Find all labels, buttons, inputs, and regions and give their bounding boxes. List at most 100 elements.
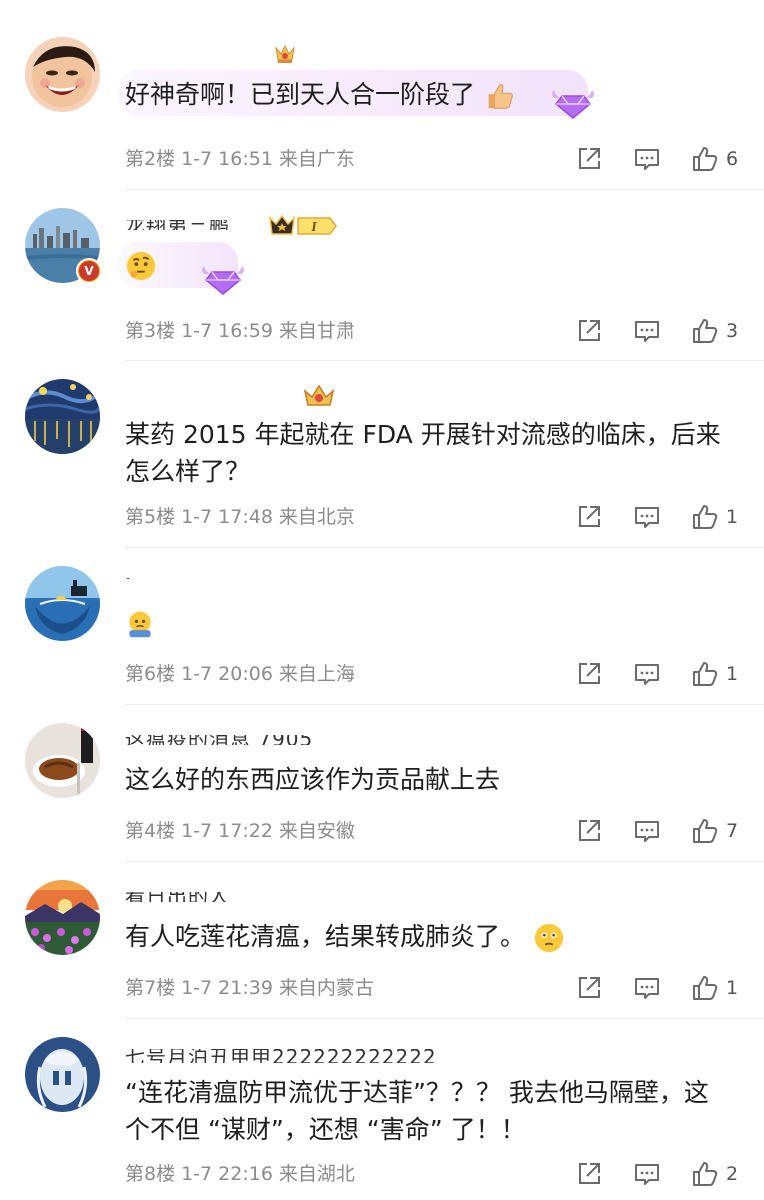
comment-date: 1-7 16:51 (181, 148, 273, 170)
comment-location: 来自广东 (278, 148, 355, 170)
like-count: 2 (726, 1163, 739, 1185)
comment-button[interactable] (634, 661, 660, 687)
comment-icon (635, 1164, 659, 1185)
floor-number: 第6楼 (125, 663, 176, 685)
avatar[interactable] (25, 566, 100, 641)
like-button[interactable]: 3 (692, 318, 740, 344)
comment-actions: 6 (544, 144, 740, 174)
comment-text: 有人吃莲花清瘟，结果转成肺炎了。 (125, 918, 728, 955)
share-icon (579, 1163, 600, 1184)
like-button[interactable]: 1 (692, 504, 740, 530)
comment-meta: 第2楼 1-7 16:51 来自广东 (125, 144, 361, 174)
comment-floor-7: 看日出的人 有人吃莲花清瘟，结果转成肺炎了。 第7楼1-7 21:39来自内蒙古 (0, 862, 764, 1019)
comment-button[interactable] (634, 818, 660, 844)
comment-meta: 第6楼 1-7 20:06 来自上海 (125, 659, 361, 689)
comment-date: 1-7 20:06 (181, 663, 273, 685)
thumbs-up-icon (693, 819, 718, 843)
comment-date: 1-7 17:22 (181, 820, 273, 842)
comment-actions: 3 (544, 316, 740, 346)
comment-button[interactable] (634, 1161, 660, 1187)
comment-location: 来自安徽 (278, 820, 355, 842)
comment-location: 来自上海 (278, 663, 355, 685)
comment-meta: 第5楼 1-7 17:48 来自北京 (125, 502, 361, 532)
comment-button[interactable] (634, 318, 660, 344)
like-count: 1 (726, 506, 739, 528)
comment-floor-2: 好神奇啊！已到天人合一阶段了 第2楼 1-7 16:51 来自广东 6 (0, 0, 764, 190)
comment-button[interactable] (634, 146, 660, 172)
comment-icon (635, 149, 659, 170)
share-icon (579, 977, 600, 998)
comment-meta-row: 第3楼 1-7 16:59 来自甘肃 3 (125, 316, 740, 346)
comment-icon (635, 664, 659, 685)
comment-actions: 1 (544, 973, 740, 1003)
comment-actions: 7 (544, 816, 740, 846)
comment-meta-row: 第4楼 1-7 17:22 来自安徽 7 (125, 816, 740, 846)
like-count: 3 (726, 320, 739, 342)
comment-meta-row: 第8楼 1-7 22:16 来自湖北 2 (125, 1159, 740, 1189)
comment-location: 来自甘肃 (278, 320, 355, 342)
comment-button[interactable] (634, 504, 660, 530)
username-cut[interactable]: 龙翔第三鹏 (125, 220, 230, 230)
comment-meta: 第7楼 1-7 21:39 来自内蒙古 (125, 973, 380, 1003)
comment-meta: 第4楼 1-7 17:22 来自安徽 (125, 816, 361, 846)
crown-icon (272, 40, 298, 66)
comment-date: 1-7 22:16 (181, 1163, 273, 1185)
share-button[interactable] (576, 661, 602, 687)
like-button[interactable]: 7 (692, 818, 740, 844)
comment-location: 来自北京 (278, 506, 355, 528)
username-cut[interactable]: 这瘟疫的消息 7905 (125, 735, 313, 745)
share-button[interactable] (576, 1161, 602, 1187)
username-cut[interactable]: 七号月泊丑甲甲222222222222 (125, 1049, 437, 1063)
comment-meta-row: 第7楼 1-7 21:39 来自内蒙古 1 (125, 973, 740, 1003)
thinking-face-emoji-icon (125, 250, 157, 282)
like-button[interactable]: 1 (692, 661, 740, 687)
like-button[interactable]: 2 (692, 1161, 740, 1187)
comment-meta: 第8楼 1-7 22:16 来自湖北 (125, 1159, 361, 1189)
like-button[interactable]: 1 (692, 975, 740, 1001)
share-button[interactable] (576, 975, 602, 1001)
floor-number: 第5楼 (125, 506, 176, 528)
verified-v-badge: V (76, 258, 102, 284)
share-button[interactable] (576, 504, 602, 530)
like-button[interactable]: 6 (692, 146, 740, 172)
like-count: 6 (726, 148, 739, 170)
floor-number: 第3楼 (125, 320, 176, 342)
avatar[interactable] (25, 723, 100, 798)
comment-actions: 2 (544, 1159, 740, 1189)
comment-button[interactable] (634, 975, 660, 1001)
comment-text: 这么好的东西应该作为贡品献上去 (125, 765, 501, 794)
share-icon (579, 506, 600, 527)
floor-number: 第4楼 (125, 820, 176, 842)
comment-floor-5: 某药 2015 年起就在 FDA 开展针对流感的临床，后来 怎么样了？ 第5楼 1… (0, 361, 764, 548)
gem-decoration-icon (198, 260, 248, 300)
thumbs-up-icon (693, 662, 718, 686)
gem-decoration-icon (548, 84, 598, 124)
avatar[interactable] (25, 1037, 100, 1112)
username-cut[interactable]: 看日出的人 (125, 892, 230, 902)
comment-icon (635, 978, 659, 999)
comment-floor-8: 七号月泊丑甲甲222222222222 “连花清瘟防甲流优于达菲”？？？ 我去他… (0, 1019, 764, 1200)
thumbs-up-icon (693, 505, 718, 529)
comment-date: 1-7 17:48 (181, 506, 273, 528)
avatar[interactable] (25, 379, 100, 454)
comment-date: 1-7 16:59 (181, 320, 273, 342)
crown-icon (302, 381, 336, 409)
floor-number: 第8楼 (125, 1163, 176, 1185)
share-button[interactable] (576, 146, 602, 172)
comment-date: 1-7 21:39 (181, 977, 273, 999)
avatar[interactable] (25, 880, 100, 955)
avatar[interactable] (25, 37, 100, 112)
comment-location: 来自内蒙古 (278, 977, 374, 999)
username-cut[interactable]: · (125, 578, 132, 588)
comment-floor-3: V 龙翔第三鹏 I (0, 190, 764, 361)
share-icon (579, 663, 600, 684)
share-icon (579, 820, 600, 841)
thumbs-up-icon (693, 147, 718, 171)
comment-icon (635, 821, 659, 842)
crown-level-badge: I (268, 212, 340, 240)
comment-actions: 1 (544, 659, 740, 689)
share-button[interactable] (576, 318, 602, 344)
comment-icon (635, 321, 659, 342)
share-button[interactable] (576, 818, 602, 844)
comment-icon (635, 507, 659, 528)
